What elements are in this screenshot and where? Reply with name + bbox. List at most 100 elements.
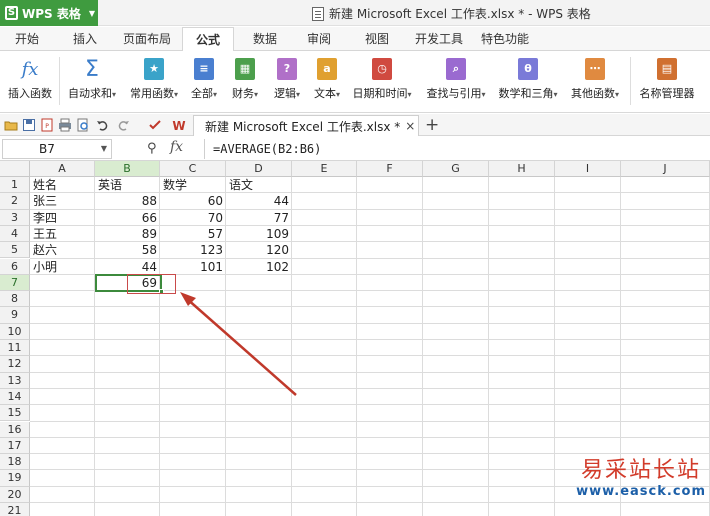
row-header-13[interactable]: 13 <box>0 372 30 389</box>
data-cell[interactable]: 123 <box>160 242 226 258</box>
data-cell[interactable]: 小明 <box>30 259 95 275</box>
row-header-15[interactable]: 15 <box>0 405 30 422</box>
text-button[interactable]: a 文本▾ <box>308 57 346 101</box>
tab-insert[interactable]: 插入 <box>62 27 108 51</box>
tab-formulas[interactable]: 公式 <box>182 27 234 52</box>
row-header-12[interactable]: 12 <box>0 356 30 373</box>
data-cell[interactable]: 109 <box>226 226 292 242</box>
header-cell[interactable]: 英语 <box>95 177 160 193</box>
row-header-10[interactable]: 10 <box>0 323 30 340</box>
row-header-3[interactable]: 3 <box>0 209 30 226</box>
site-watermark: 易采站长站 www.easck.com <box>576 452 706 499</box>
data-cell[interactable]: 88 <box>95 193 160 209</box>
row-header-18[interactable]: 18 <box>0 454 30 471</box>
logic-label: 逻辑 <box>273 87 296 100</box>
save-icon[interactable] <box>22 118 36 132</box>
column-header-i[interactable]: I <box>555 161 621 177</box>
formula-input[interactable]: =AVERAGE(B2:B6) <box>204 139 710 159</box>
export-pdf-icon[interactable]: P <box>40 118 54 132</box>
row-header-6[interactable]: 6 <box>0 258 30 275</box>
row-header-1[interactable]: 1 <box>0 177 30 194</box>
row-header-5[interactable]: 5 <box>0 242 30 259</box>
row-header-7[interactable]: 7 <box>0 274 30 292</box>
column-header-j[interactable]: J <box>621 161 710 177</box>
data-cell[interactable]: 57 <box>160 226 226 242</box>
row-header-8[interactable]: 8 <box>0 291 30 308</box>
row-header-16[interactable]: 16 <box>0 421 30 438</box>
name-box[interactable]: B7 ▼ <box>2 139 112 159</box>
data-cell[interactable]: 44 <box>95 259 160 275</box>
quick-access-customize-icon[interactable] <box>148 118 162 132</box>
svg-text:P: P <box>45 123 49 130</box>
logic-button[interactable]: ? 逻辑▾ <box>268 57 306 101</box>
math-trig-button[interactable]: θ 数学和三角▾ <box>494 57 562 101</box>
row-header-9[interactable]: 9 <box>0 307 30 324</box>
header-cell[interactable]: 数学 <box>160 177 226 193</box>
chevron-down-icon[interactable]: ▼ <box>101 140 107 158</box>
row-header-4[interactable]: 4 <box>0 225 30 243</box>
print-icon[interactable] <box>58 118 72 132</box>
ribbon-tabs: 开始 插入 页面布局 公式 数据 审阅 视图 开发工具 特色功能 <box>0 27 710 52</box>
data-cell[interactable]: 赵六 <box>30 242 95 258</box>
column-header-d[interactable]: D <box>226 161 292 177</box>
row-header-2[interactable]: 2 <box>0 193 30 210</box>
row-header-11[interactable]: 11 <box>0 340 30 357</box>
date-time-button[interactable]: ◷ 日期和时间▾ <box>348 57 416 101</box>
header-cell[interactable]: 姓名 <box>30 177 95 193</box>
grid-line <box>422 177 423 516</box>
row-header-17[interactable]: 17 <box>0 437 30 455</box>
column-header-a[interactable]: A <box>30 161 95 177</box>
tab-view[interactable]: 视图 <box>354 27 400 51</box>
name-manager-button[interactable]: ▤ 名称管理器 <box>638 57 696 101</box>
data-cell[interactable]: 70 <box>160 210 226 226</box>
data-cell[interactable]: 101 <box>160 259 226 275</box>
data-cell[interactable]: 44 <box>226 193 292 209</box>
data-cell[interactable]: 102 <box>226 259 292 275</box>
row-header-20[interactable]: 20 <box>0 486 30 503</box>
data-cell[interactable]: 58 <box>95 242 160 258</box>
new-tab-plus-icon[interactable]: + <box>425 115 439 135</box>
print-preview-icon[interactable] <box>76 118 90 132</box>
row-header-21[interactable]: 21 <box>0 503 30 516</box>
tab-page-layout[interactable]: 页面布局 <box>116 27 178 51</box>
tab-review[interactable]: 审阅 <box>296 27 342 51</box>
redo-icon[interactable] <box>116 118 130 132</box>
magnifier-icon[interactable]: ⚲ <box>147 141 157 156</box>
column-header-g[interactable]: G <box>423 161 489 177</box>
lookup-reference-button[interactable]: ⌕ 查找与引用▾ <box>422 57 490 101</box>
column-header-b[interactable]: B <box>95 161 160 177</box>
data-cell[interactable]: 张三 <box>30 193 95 209</box>
data-cell[interactable]: 李四 <box>30 210 95 226</box>
header-cell[interactable]: 语文 <box>226 177 292 193</box>
data-cell[interactable]: 王五 <box>30 226 95 242</box>
data-cell[interactable]: 77 <box>226 210 292 226</box>
row-header-14[interactable]: 14 <box>0 388 30 406</box>
open-folder-icon[interactable] <box>4 118 18 132</box>
app-menu-button[interactable]: S WPS 表格 ▼ <box>0 0 98 26</box>
tab-start[interactable]: 开始 <box>4 27 50 51</box>
column-header-c[interactable]: C <box>160 161 226 177</box>
all-functions-button[interactable]: ≡ 全部▾ <box>186 57 222 101</box>
data-cell[interactable]: 60 <box>160 193 226 209</box>
data-cell[interactable]: 120 <box>226 242 292 258</box>
auto-sum-button[interactable]: Σ 自动求和▾ <box>64 57 120 101</box>
tab-developer[interactable]: 开发工具 <box>408 27 470 51</box>
column-header-f[interactable]: F <box>357 161 423 177</box>
column-header-h[interactable]: H <box>489 161 555 177</box>
select-all-corner[interactable] <box>0 161 30 177</box>
undo-icon[interactable] <box>96 118 110 132</box>
close-icon[interactable]: × <box>405 119 415 133</box>
tab-data[interactable]: 数据 <box>242 27 288 51</box>
tab-special[interactable]: 特色功能 <box>474 27 536 51</box>
insert-function-button[interactable]: fx 插入函数 <box>6 57 54 101</box>
row-header-19[interactable]: 19 <box>0 470 30 487</box>
formula-ribbon: fx 插入函数 Σ 自动求和▾ ★ 常用函数▾ ≡ 全部▾ ▦ 财务▾ ? 逻辑… <box>0 51 710 113</box>
data-cell[interactable]: 89 <box>95 226 160 242</box>
column-header-e[interactable]: E <box>292 161 357 177</box>
other-functions-button[interactable]: ⋯ 其他函数▾ <box>566 57 624 101</box>
common-functions-button[interactable]: ★ 常用函数▾ <box>126 57 182 101</box>
workbook-tab[interactable]: 新建 Microsoft Excel 工作表.xlsx * × <box>193 115 419 136</box>
data-cell[interactable]: 66 <box>95 210 160 226</box>
finance-button[interactable]: ▦ 财务▾ <box>226 57 264 101</box>
fx-insert-icon[interactable]: fx <box>170 139 183 155</box>
